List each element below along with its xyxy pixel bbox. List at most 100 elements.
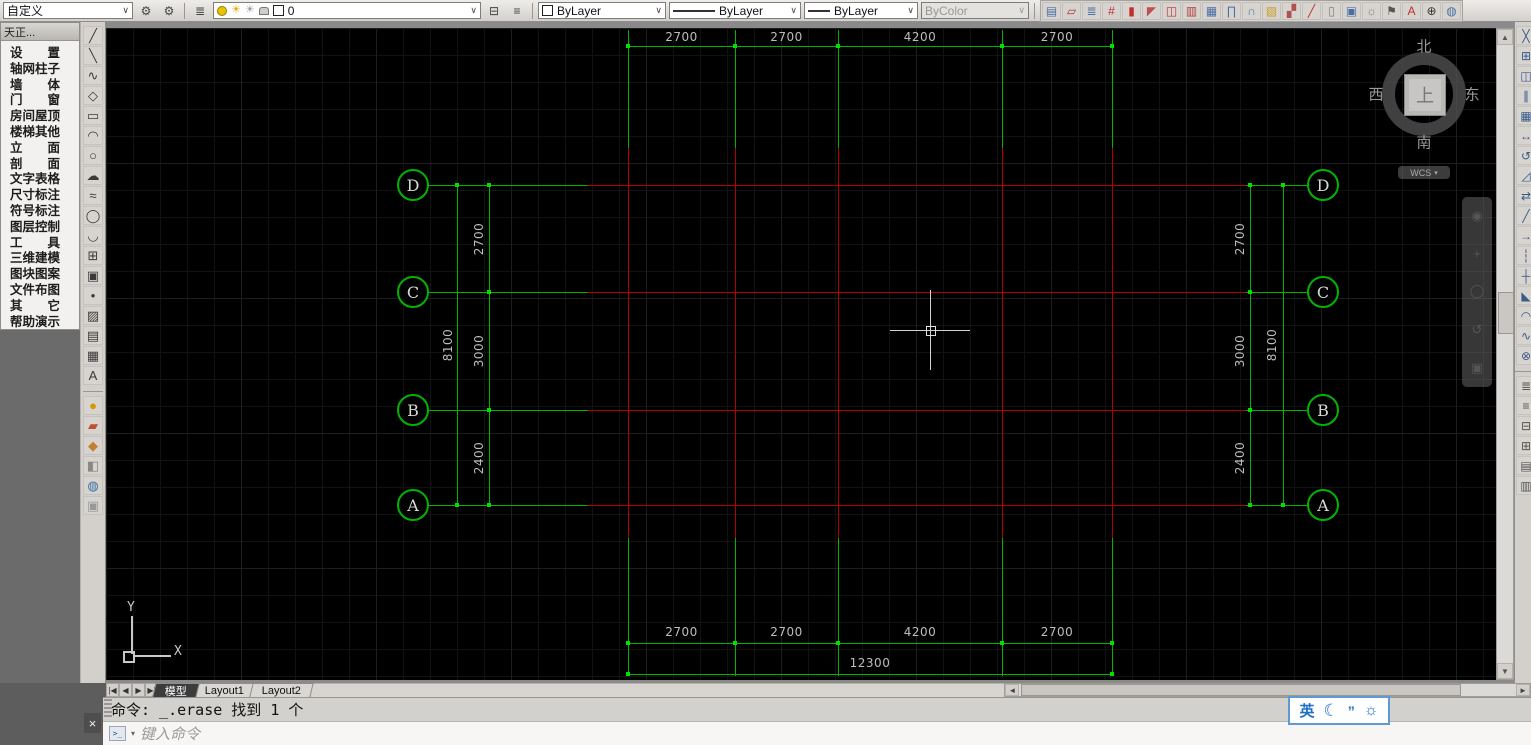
tz-screen-menu-icon[interactable]: ▤ — [1042, 1, 1061, 20]
tz-door-icon[interactable]: ∏ — [1222, 1, 1241, 20]
menu-item[interactable]: 图块图案 — [1, 267, 79, 283]
erase-icon[interactable]: ╳ — [1516, 26, 1531, 45]
tz-image-frame-icon[interactable]: ▣ — [1342, 1, 1361, 20]
menu-item[interactable]: 文件布图 — [1, 283, 79, 299]
tz-room-icon[interactable]: ▦ — [1202, 1, 1221, 20]
chamfer-icon[interactable]: ◣ — [1516, 286, 1531, 305]
rectangle-icon[interactable]: ▭ — [83, 106, 103, 125]
menu-item[interactable]: 其 它 — [1, 299, 79, 315]
layer-on-icon[interactable]: ● — [83, 396, 103, 415]
layer-key-icon[interactable]: ◆ — [83, 436, 103, 455]
menu-item[interactable]: 房间屋顶 — [1, 109, 79, 125]
color-combo[interactable]: ByLayer ∨ — [538, 2, 666, 19]
vertical-scrollbar[interactable]: ▲ ▼ — [1496, 28, 1514, 680]
layer-previous-button[interactable]: ≡ — [507, 1, 527, 21]
region-icon[interactable]: ▤ — [83, 326, 103, 345]
extend-icon[interactable]: → — [1516, 226, 1531, 245]
point-icon[interactable]: • — [83, 286, 103, 305]
hatch-icon[interactable]: ▨ — [83, 306, 103, 325]
revcloud-icon[interactable]: ☁ — [83, 166, 103, 185]
workspace-save-button[interactable]: ⚙ — [159, 1, 179, 21]
tz-palette-icon[interactable]: ▧ — [1262, 1, 1281, 20]
layer-tool-3-icon[interactable]: ⊟ — [1516, 416, 1531, 435]
trim-icon[interactable]: ╱ — [1516, 206, 1531, 225]
ime-settings-gear-icon[interactable]: ☼ — [1364, 702, 1379, 720]
ime-language-bar[interactable]: 英 ☾ ” ☼ — [1288, 696, 1390, 725]
xline-icon[interactable]: ╲ — [83, 46, 103, 65]
spline-icon[interactable]: ≈ — [83, 186, 103, 205]
tz-lamp-icon[interactable]: ☼ — [1362, 1, 1381, 20]
layer-combo[interactable]: ☀ ☀ 0 ∨ — [213, 2, 481, 19]
ime-fullwidth-moon-icon[interactable]: ☾ — [1324, 701, 1339, 721]
scroll-right-button[interactable]: ► — [1516, 684, 1530, 696]
viewcube-top-face[interactable]: 上 — [1404, 74, 1446, 116]
offset-icon[interactable]: ∥ — [1516, 86, 1531, 105]
linetype-combo[interactable]: ByLayer ∨ — [669, 2, 801, 19]
tab-model[interactable]: 模型 — [152, 683, 200, 698]
menu-item[interactable]: 帮助演示 — [1, 315, 79, 331]
tz-opening-icon[interactable]: ∩ — [1242, 1, 1261, 20]
wcs-selector[interactable]: WCS ▾ — [1398, 166, 1450, 179]
compass-north-label[interactable]: 北 — [1416, 36, 1431, 57]
menu-item[interactable]: 文字表格 — [1, 172, 79, 188]
menu-item[interactable]: 轴网柱子 — [1, 62, 79, 78]
tz-book-icon[interactable]: ▯ — [1322, 1, 1341, 20]
menu-item[interactable]: 楼梯其他 — [1, 125, 79, 141]
layer-properties-button[interactable]: ≣ — [190, 1, 210, 21]
tz-door-window-icon[interactable]: ◫ — [1162, 1, 1181, 20]
menu-item[interactable]: 图层控制 — [1, 220, 79, 236]
move-icon[interactable]: ↔ — [1516, 126, 1531, 145]
make-layer-current-button[interactable]: ⊟ — [484, 1, 504, 21]
circle-icon[interactable]: ○ — [83, 146, 103, 165]
tz-text-style-icon[interactable]: A — [1402, 1, 1421, 20]
polyline-icon[interactable]: ∿ — [83, 66, 103, 85]
layer-tool-5-icon[interactable]: ▤ — [1516, 456, 1531, 475]
mirror-icon[interactable]: ◫ — [1516, 66, 1531, 85]
tz-edit-icon[interactable]: ▱ — [1062, 1, 1081, 20]
layer-tool-2-icon[interactable]: ≡ — [1516, 396, 1531, 415]
vertical-scrollbar-thumb[interactable] — [1498, 292, 1514, 334]
join-icon[interactable]: ┼ — [1516, 266, 1531, 285]
arc-icon[interactable]: ◠ — [83, 126, 103, 145]
tz-corner-window-icon[interactable]: ▥ — [1182, 1, 1201, 20]
fillet-icon[interactable]: ◠ — [1516, 306, 1531, 325]
menu-item[interactable]: 工 具 — [1, 236, 79, 252]
menu-item[interactable]: 设 置 — [1, 46, 79, 62]
layer-match-icon[interactable]: ◧ — [83, 456, 103, 475]
break-icon[interactable]: ┆ — [1516, 246, 1531, 265]
drawing-canvas[interactable]: 2700 2700 4200 2700 2700 2700 4200 2700 12300 270… — [106, 28, 1496, 680]
screen-menu-title[interactable]: 天正... — [1, 23, 79, 41]
command-input-row[interactable]: >_ ▾ 键入命令 — [103, 722, 1531, 745]
compass-west-label[interactable]: 西 — [1368, 84, 1383, 105]
ellipse-icon[interactable]: ◯ — [83, 206, 103, 225]
array-icon[interactable]: ▦ — [1516, 106, 1531, 125]
horizontal-scrollbar-thumb[interactable] — [1021, 684, 1462, 696]
make-block-icon[interactable]: ▣ — [83, 266, 103, 285]
layer-save-icon[interactable]: ▣ — [83, 496, 103, 515]
scroll-left-button[interactable]: ◄ — [1005, 684, 1020, 696]
layer-brush-icon[interactable]: ▰ — [83, 416, 103, 435]
tz-flag-icon[interactable]: ⚑ — [1382, 1, 1401, 20]
scroll-down-button[interactable]: ▼ — [1497, 663, 1513, 679]
table-icon[interactable]: ▦ — [83, 346, 103, 365]
rotate-icon[interactable]: ↺ — [1516, 146, 1531, 165]
layer-tool-1-icon[interactable]: ≣ — [1516, 376, 1531, 395]
tab-first-button[interactable]: |◀ — [106, 683, 119, 697]
text-icon[interactable]: A — [83, 366, 103, 385]
menu-item[interactable]: 门 窗 — [1, 93, 79, 109]
navigation-bar[interactable]: ◉ + ◯ ↺ ▣ — [1462, 197, 1492, 387]
lineweight-combo[interactable]: ByLayer ∨ — [804, 2, 918, 19]
menu-item[interactable]: 剖 面 — [1, 157, 79, 173]
blend-icon[interactable]: ∿ — [1516, 326, 1531, 345]
layer-globe-icon[interactable]: ◍ — [83, 476, 103, 495]
tz-column-icon[interactable]: ▮ — [1122, 1, 1141, 20]
insert-block-icon[interactable]: ⊞ — [83, 246, 103, 265]
menu-item[interactable]: 墙 体 — [1, 78, 79, 94]
ime-language-indicator[interactable]: 英 — [1300, 700, 1315, 721]
workspace-settings-button[interactable]: ⚙ — [136, 1, 156, 21]
copy-icon[interactable]: ⊞ — [1516, 46, 1531, 65]
line-icon[interactable]: ╱ — [83, 26, 103, 45]
tz-target-icon[interactable]: ⊕ — [1422, 1, 1441, 20]
tz-globe-icon[interactable]: ◍ — [1442, 1, 1461, 20]
horizontal-scrollbar[interactable]: ◄ ► — [1004, 683, 1531, 697]
